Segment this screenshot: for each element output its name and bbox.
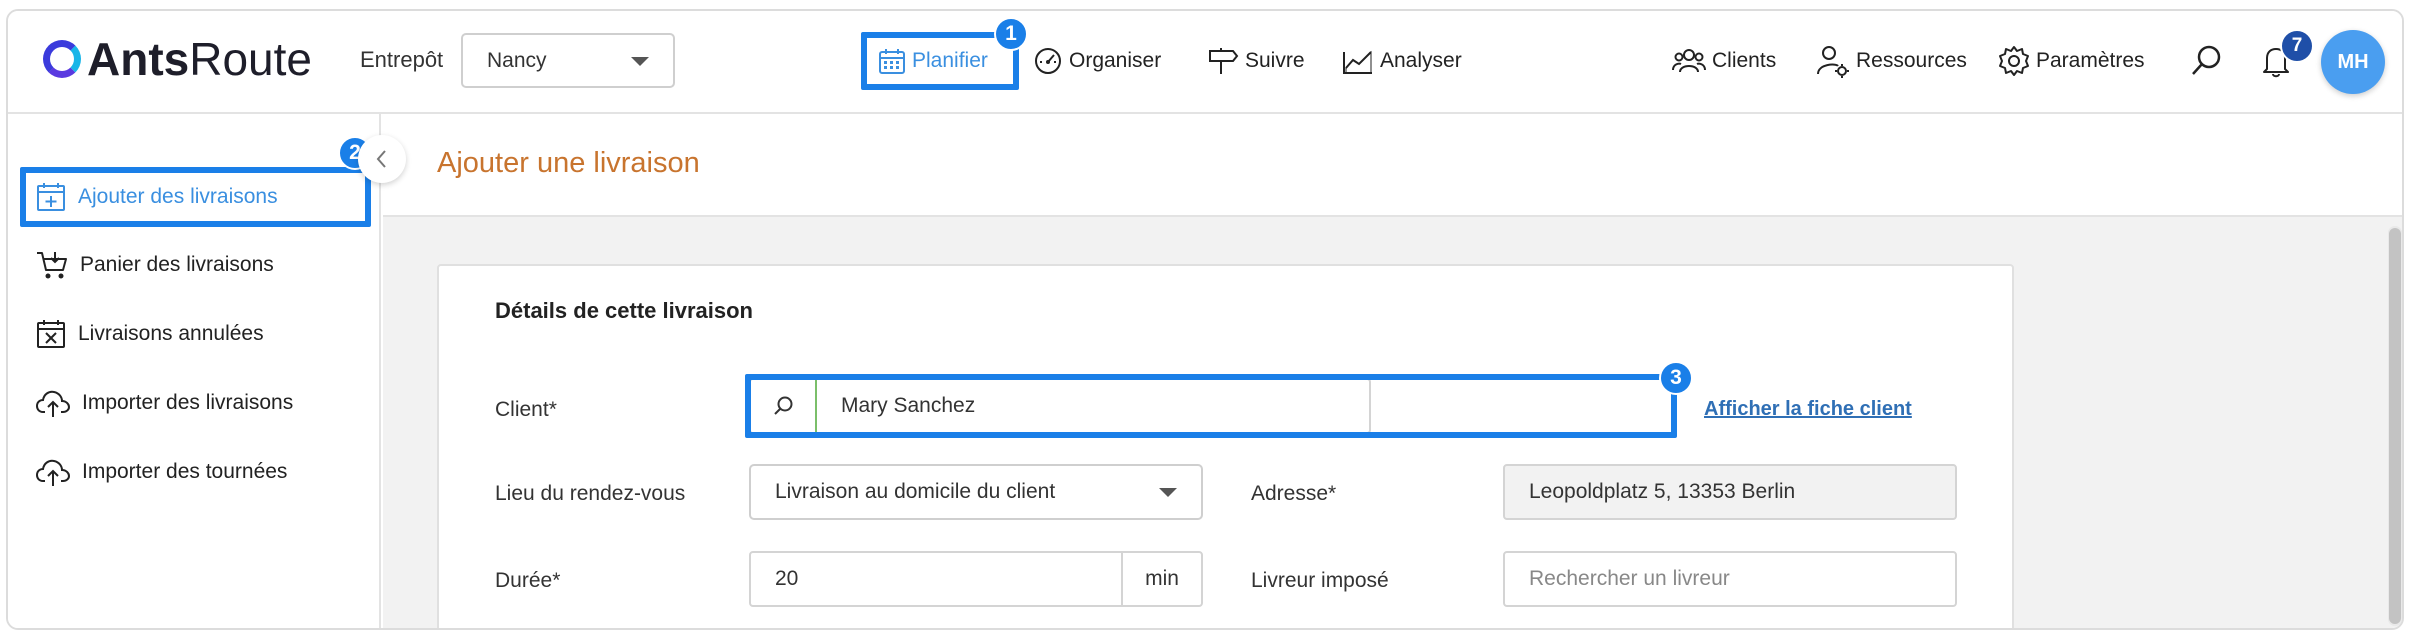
entrepot-label: Entrepôt xyxy=(360,47,444,72)
duree-label: Durée* xyxy=(495,569,561,592)
user-gear-icon xyxy=(1817,46,1849,78)
sidebar: Ajouter des livraisons 2 Panier des livr… xyxy=(8,114,381,628)
sidebar-item-panier[interactable]: Panier des livraisons xyxy=(36,245,274,285)
nav-planifier[interactable]: Planifier xyxy=(878,43,988,79)
nav-suivre[interactable]: Suivre xyxy=(1207,43,1305,79)
chart-icon xyxy=(1343,50,1372,74)
livreur-label: Livreur imposé xyxy=(1251,569,1389,592)
search-icon xyxy=(774,396,793,415)
signpost-icon xyxy=(1209,48,1239,74)
nav-parametres[interactable]: Paramètres xyxy=(1998,43,2145,79)
nav-organiser-label: Organiser xyxy=(1069,49,1162,72)
sidebar-item-label: Importer des tournées xyxy=(82,460,288,483)
app-window: AntsRoute Entrepôt Nancy Planifier 1 Org… xyxy=(6,9,2404,630)
sidebar-item-label: Importer des livraisons xyxy=(82,391,294,414)
duree-unit: min xyxy=(1121,553,1201,605)
chevron-down-icon xyxy=(1159,488,1177,497)
antsroute-logo[interactable]: AntsRoute xyxy=(43,33,312,85)
nav-clients[interactable]: Clients xyxy=(1672,43,1776,79)
chevron-down-icon xyxy=(631,56,649,66)
global-search-button[interactable] xyxy=(2189,43,2229,79)
livreur-search-field[interactable]: Rechercher un livreur xyxy=(1503,551,1957,607)
nav-analyser-label: Analyser xyxy=(1380,49,1462,72)
adresse-value: Leopoldplatz 5, 13353 Berlin xyxy=(1529,480,1796,503)
chevron-left-icon xyxy=(376,150,386,168)
user-avatar[interactable]: MH xyxy=(2321,30,2385,94)
nav-suivre-label: Suivre xyxy=(1245,49,1305,72)
sidebar-item-ajouter-livraisons[interactable]: Ajouter des livraisons xyxy=(36,177,278,217)
nav-ressources[interactable]: Ressources xyxy=(1816,43,1967,79)
gear-icon xyxy=(1999,46,2029,76)
nav-analyser[interactable]: Analyser xyxy=(1342,43,1462,79)
sidebar-item-label: Livraisons annulées xyxy=(78,322,264,345)
client-value: Mary Sanchez xyxy=(841,394,976,417)
sidebar-item-label: Panier des livraisons xyxy=(80,253,274,276)
sidebar-collapse-button[interactable] xyxy=(358,135,406,183)
main-content: Ajouter une livraison Détails de cette l… xyxy=(383,114,2402,628)
cloud-upload-icon xyxy=(36,459,70,486)
sidebar-item-annulees[interactable]: Livraisons annulées xyxy=(36,314,264,354)
adresse-field[interactable]: Leopoldplatz 5, 13353 Berlin xyxy=(1503,464,1957,520)
adresse-label: Adresse* xyxy=(1251,482,1337,505)
gauge-icon xyxy=(1035,48,1061,74)
page-title: Ajouter une livraison xyxy=(437,147,700,179)
scrollbar-thumb[interactable] xyxy=(2389,228,2401,624)
duree-field[interactable]: 20 min xyxy=(749,551,1203,607)
calendar-plus-icon xyxy=(37,183,65,211)
card-title: Détails de cette livraison xyxy=(495,298,753,323)
scrollbar[interactable] xyxy=(2388,226,2402,626)
client-search-field[interactable]: Mary Sanchez xyxy=(749,378,1371,434)
lieu-label: Lieu du rendez-vous xyxy=(495,482,686,505)
notification-count-badge: 7 xyxy=(2280,29,2314,63)
nav-ressources-label: Ressources xyxy=(1856,49,1967,72)
sidebar-item-label: Ajouter des livraisons xyxy=(78,185,278,208)
brand-bold: Ants xyxy=(87,33,190,85)
users-icon xyxy=(1672,49,1706,73)
nav-planifier-label: Planifier xyxy=(912,49,988,72)
search-icon xyxy=(2192,45,2221,75)
page-header: Ajouter une livraison xyxy=(383,114,2402,217)
step-badge-1: 1 xyxy=(994,17,1028,51)
delivery-details-card: Détails de cette livraison Client* Mary … xyxy=(437,264,2014,628)
step-badge-3: 3 xyxy=(1659,361,1693,395)
nav-clients-label: Clients xyxy=(1712,49,1777,72)
calendar-x-icon xyxy=(37,320,65,348)
nav-parametres-label: Paramètres xyxy=(2036,49,2145,72)
duree-value: 20 xyxy=(775,567,799,590)
afficher-fiche-client-link[interactable]: Afficher la fiche client xyxy=(1704,398,1912,421)
cloud-upload-icon xyxy=(36,390,70,417)
client-search-button[interactable] xyxy=(751,380,817,432)
lieu-value: Livraison au domicile du client xyxy=(775,480,1056,503)
lieu-select[interactable]: Livraison au domicile du client xyxy=(749,464,1203,520)
sidebar-item-importer-livraisons[interactable]: Importer des livraisons xyxy=(36,383,293,423)
entrepot-value: Nancy xyxy=(487,48,547,72)
calendar-icon xyxy=(879,49,905,74)
cart-icon xyxy=(37,252,67,279)
top-navbar: AntsRoute Entrepôt Nancy Planifier 1 Org… xyxy=(8,11,2402,114)
nav-organiser[interactable]: Organiser xyxy=(1033,43,1161,79)
client-label: Client* xyxy=(495,398,557,421)
livreur-placeholder: Rechercher un livreur xyxy=(1529,567,1730,590)
sidebar-item-importer-tournees[interactable]: Importer des tournées xyxy=(36,452,287,492)
logo-mark-icon xyxy=(43,40,81,78)
entrepot-select[interactable]: Nancy xyxy=(461,33,675,88)
brand-light: Route xyxy=(189,33,312,85)
